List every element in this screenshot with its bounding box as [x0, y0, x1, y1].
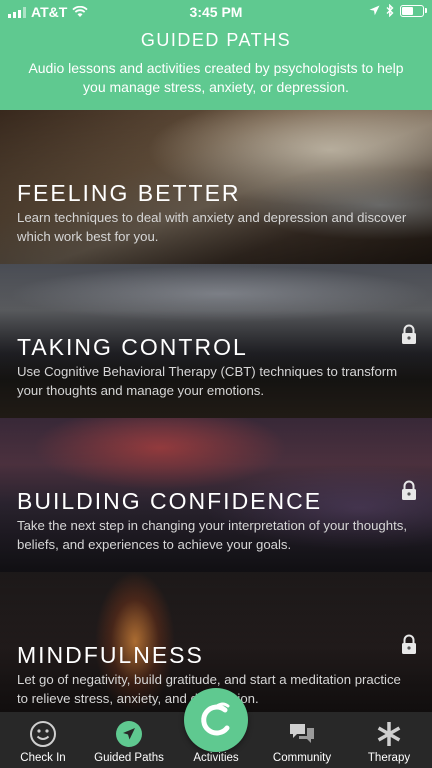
- bluetooth-icon: [386, 4, 394, 17]
- tab-label: Therapy: [367, 752, 411, 764]
- path-description: Learn techniques to deal with anxiety an…: [17, 210, 407, 244]
- path-card-taking-control[interactable]: TAKING CONTROL Use Cognitive Behavioral …: [0, 264, 432, 418]
- path-title: MINDFULNESS: [17, 642, 204, 668]
- activities-logo-icon: [201, 702, 230, 736]
- path-description: Use Cognitive Behavioral Therapy (CBT) t…: [17, 364, 398, 398]
- page-subtitle: Audio lessons and activities created by …: [28, 60, 404, 95]
- tab-guided-paths[interactable]: Guided Paths: [86, 712, 172, 768]
- status-time: 3:45 PM: [189, 4, 243, 20]
- battery-icon: [400, 4, 427, 17]
- lock-icon: [402, 634, 416, 654]
- tab-community[interactable]: Community: [259, 712, 345, 768]
- chat-bubbles-icon: [290, 724, 314, 743]
- path-title: BUILDING CONFIDENCE: [17, 488, 323, 514]
- location-arrow-icon: [369, 5, 380, 16]
- compass-arrow-icon: [116, 721, 142, 747]
- tab-label: Activities: [193, 752, 239, 764]
- tab-label: Check In: [20, 752, 66, 764]
- asterisk-icon: [377, 722, 401, 746]
- tab-check-in[interactable]: Check In: [0, 712, 86, 768]
- smiley-face-icon: [30, 721, 56, 747]
- status-bar: AT&T 3:45 PM: [0, 0, 432, 24]
- path-card-feeling-better[interactable]: FEELING BETTER Learn techniques to deal …: [0, 110, 432, 264]
- tab-therapy[interactable]: Therapy: [346, 712, 432, 768]
- tab-label: Guided Paths: [94, 752, 164, 764]
- path-title: TAKING CONTROL: [17, 334, 248, 360]
- header: AT&T 3:45 PM GUIDED PATHS Audio lessons …: [0, 0, 432, 110]
- activities-button[interactable]: [184, 688, 248, 752]
- tab-label: Community: [272, 752, 332, 764]
- path-card-building-confidence[interactable]: BUILDING CONFIDENCE Take the next step i…: [0, 418, 432, 572]
- page-title: GUIDED PATHS: [140, 30, 292, 50]
- lock-icon: [402, 324, 416, 344]
- path-title: FEELING BETTER: [17, 180, 241, 206]
- path-description: Take the next step in changing your inte…: [17, 518, 408, 552]
- lock-icon: [402, 480, 416, 500]
